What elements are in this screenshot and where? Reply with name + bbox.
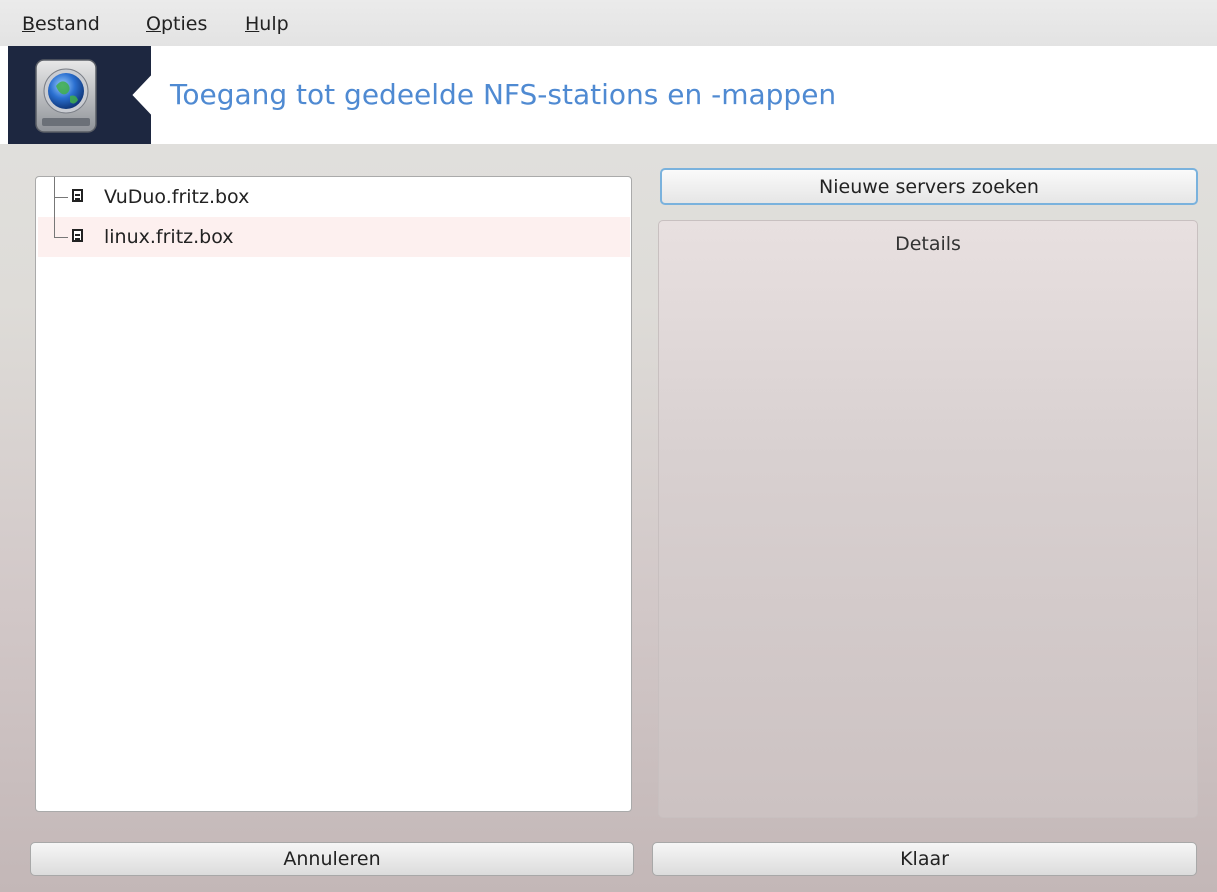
tree-item-label: VuDuo.fritz.box — [104, 186, 250, 208]
server-tree[interactable]: VuDuo.fritz.box linux.fritz.box — [35, 176, 632, 812]
menu-hulp[interactable]: Hulp — [245, 13, 289, 35]
menu-opties-accel: O — [146, 13, 161, 35]
header-banner: Toegang tot gedeelde NFS-stations en -ma… — [0, 46, 1217, 144]
computer-host-icon — [72, 189, 83, 202]
menu-opties-label: pties — [160, 13, 208, 35]
banner-logo — [8, 46, 151, 144]
menu-bar: Bestand Opties Hulp — [0, 0, 1217, 47]
menu-opties[interactable]: Opties — [146, 13, 207, 35]
tree-item-label: linux.fritz.box — [104, 226, 234, 248]
cancel-button[interactable]: Annuleren — [30, 842, 634, 876]
details-panel: Details — [658, 220, 1198, 818]
tree-connector — [54, 237, 68, 238]
details-title: Details — [895, 233, 961, 255]
menu-bestand-label: estand — [35, 13, 100, 35]
tree-row[interactable]: linux.fritz.box — [38, 217, 630, 257]
network-drive-icon — [35, 59, 97, 133]
menu-bestand[interactable]: Bestand — [22, 13, 100, 35]
tree-connector — [54, 197, 68, 198]
done-button[interactable]: Klaar — [652, 842, 1197, 876]
tree-connector — [54, 217, 55, 237]
banner-title: Toegang tot gedeelde NFS-stations en -ma… — [170, 78, 837, 111]
menu-hulp-accel: H — [245, 13, 260, 35]
tree-row[interactable]: VuDuo.fritz.box — [38, 177, 630, 217]
menu-hulp-label: ulp — [259, 13, 289, 35]
computer-host-icon — [72, 229, 83, 242]
menu-bestand-accel: B — [22, 13, 36, 35]
search-servers-button[interactable]: Nieuwe servers zoeken — [660, 168, 1198, 205]
